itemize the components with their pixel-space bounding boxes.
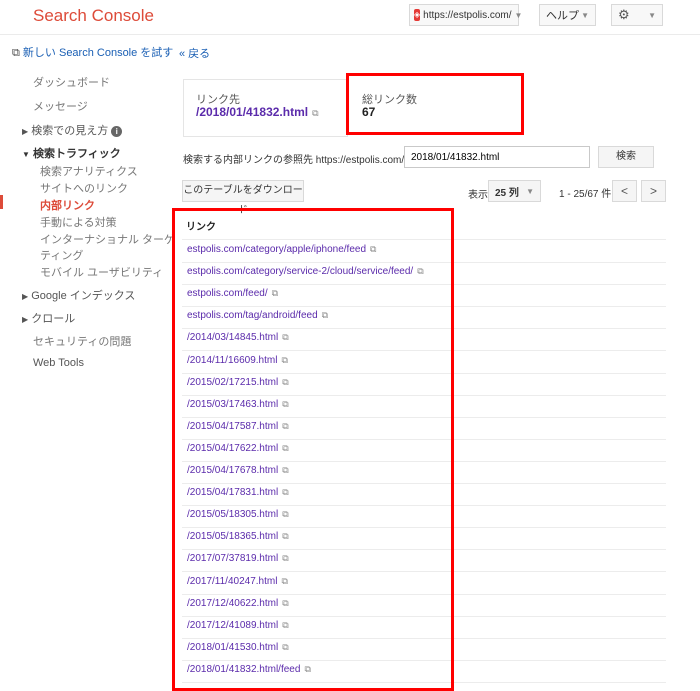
header-divider — [0, 34, 700, 35]
crawl-label: クロール — [31, 313, 76, 325]
rows-value: 25 列 — [495, 187, 519, 199]
triangle-right-icon: ▶ — [22, 292, 29, 301]
target-value: /2018/01/41832.html — [196, 105, 309, 119]
highlight-box-total — [346, 73, 524, 135]
site-selector[interactable]: ◈ https://estpolis.com/ ▼ — [409, 4, 522, 26]
prev-page-button[interactable]: < — [612, 180, 637, 202]
chevron-down-icon: ▼ — [526, 186, 534, 196]
external-link-icon: ⧉ — [12, 47, 20, 59]
sidebar-item-links-to-site[interactable]: サイトへのリンク — [40, 180, 128, 196]
sidebar-item-security[interactable]: セキュリティの問題 — [33, 333, 131, 349]
chevron-left-icon: < — [620, 184, 628, 198]
back-link[interactable]: « 戻る — [179, 45, 210, 61]
intl-targeting-line1: インターナショナル ターゲ — [40, 234, 176, 246]
info-icon[interactable]: i — [111, 125, 123, 137]
chevron-down-icon: ▼ — [648, 10, 656, 20]
sidebar-item-google-index[interactable]: ▶ Google インデックス — [22, 287, 135, 303]
search-input[interactable] — [404, 146, 590, 168]
chevron-down-icon: ▼ — [514, 10, 523, 20]
google-index-label: Google インデックス — [31, 290, 136, 302]
help-label: ヘルプ — [546, 10, 579, 22]
rows-per-page-select[interactable]: 25 列 ▼ — [488, 180, 541, 202]
try-new-console-link[interactable]: ⧉ 新しい Search Console を試す — [12, 44, 173, 60]
search-appearance-label: 検索での見え方 — [31, 125, 109, 137]
download-table-button[interactable]: このテーブルをダウンロード — [182, 180, 304, 216]
chevron-right-icon: > — [649, 184, 657, 198]
sidebar-item-search-traffic[interactable]: ▼ 検索トラフィック — [22, 145, 121, 161]
sidebar-item-search-appearance[interactable]: ▶ 検索での見え方 i — [22, 122, 123, 138]
intl-targeting-line2: ティング — [40, 250, 84, 262]
pagination-range: 1 - 25/67 件 — [559, 189, 612, 200]
display-label: 表示 — [468, 190, 488, 201]
sidebar-item-internal-links[interactable]: 内部リンク — [40, 197, 95, 213]
sidebar-item-web-tools[interactable]: Web Tools — [33, 357, 84, 369]
search-traffic-label: 検索トラフィック — [32, 148, 121, 160]
next-page-button[interactable]: > — [641, 180, 666, 202]
target-value-link[interactable]: /2018/01/41832.html ⧉ — [196, 105, 319, 119]
sidebar-item-search-analytics[interactable]: 検索アナリティクス — [40, 163, 138, 179]
sidebar-item-messages[interactable]: メッセージ — [33, 98, 88, 114]
gear-icon: ⚙ — [618, 7, 630, 22]
triangle-down-icon: ▼ — [22, 150, 30, 159]
sidebar-item-crawl[interactable]: ▶ クロール — [22, 310, 75, 326]
site-url: https://estpolis.com/ — [423, 9, 512, 21]
search-label: 検索する内部リンクの参照先 https://estpolis.com/ — [183, 155, 405, 166]
help-button[interactable]: ヘルプ ▼ — [539, 4, 596, 26]
triangle-right-icon: ▶ — [22, 127, 29, 136]
search-button[interactable]: 検索 — [598, 146, 654, 168]
sidebar-item-manual-actions[interactable]: 手動による対策 — [40, 214, 117, 230]
chevron-down-icon: ▼ — [581, 10, 589, 20]
sidebar-item-dashboard[interactable]: ダッシュボード — [33, 74, 110, 90]
active-indicator — [0, 195, 3, 209]
sidebar-item-mobile-usability[interactable]: モバイル ユーザビリティ — [40, 264, 163, 280]
sidebar-item-intl-targeting[interactable]: インターナショナル ターゲ ティング — [40, 231, 175, 263]
external-link-icon[interactable]: ⧉ — [312, 108, 318, 118]
app-title[interactable]: Search Console — [33, 6, 154, 26]
settings-button[interactable]: ⚙ ▼ — [611, 4, 663, 26]
try-new-label: 新しい Search Console を試す — [22, 47, 174, 59]
triangle-right-icon: ▶ — [22, 315, 29, 324]
highlight-box-links — [172, 208, 454, 691]
site-favicon-icon: ◈ — [414, 9, 421, 21]
